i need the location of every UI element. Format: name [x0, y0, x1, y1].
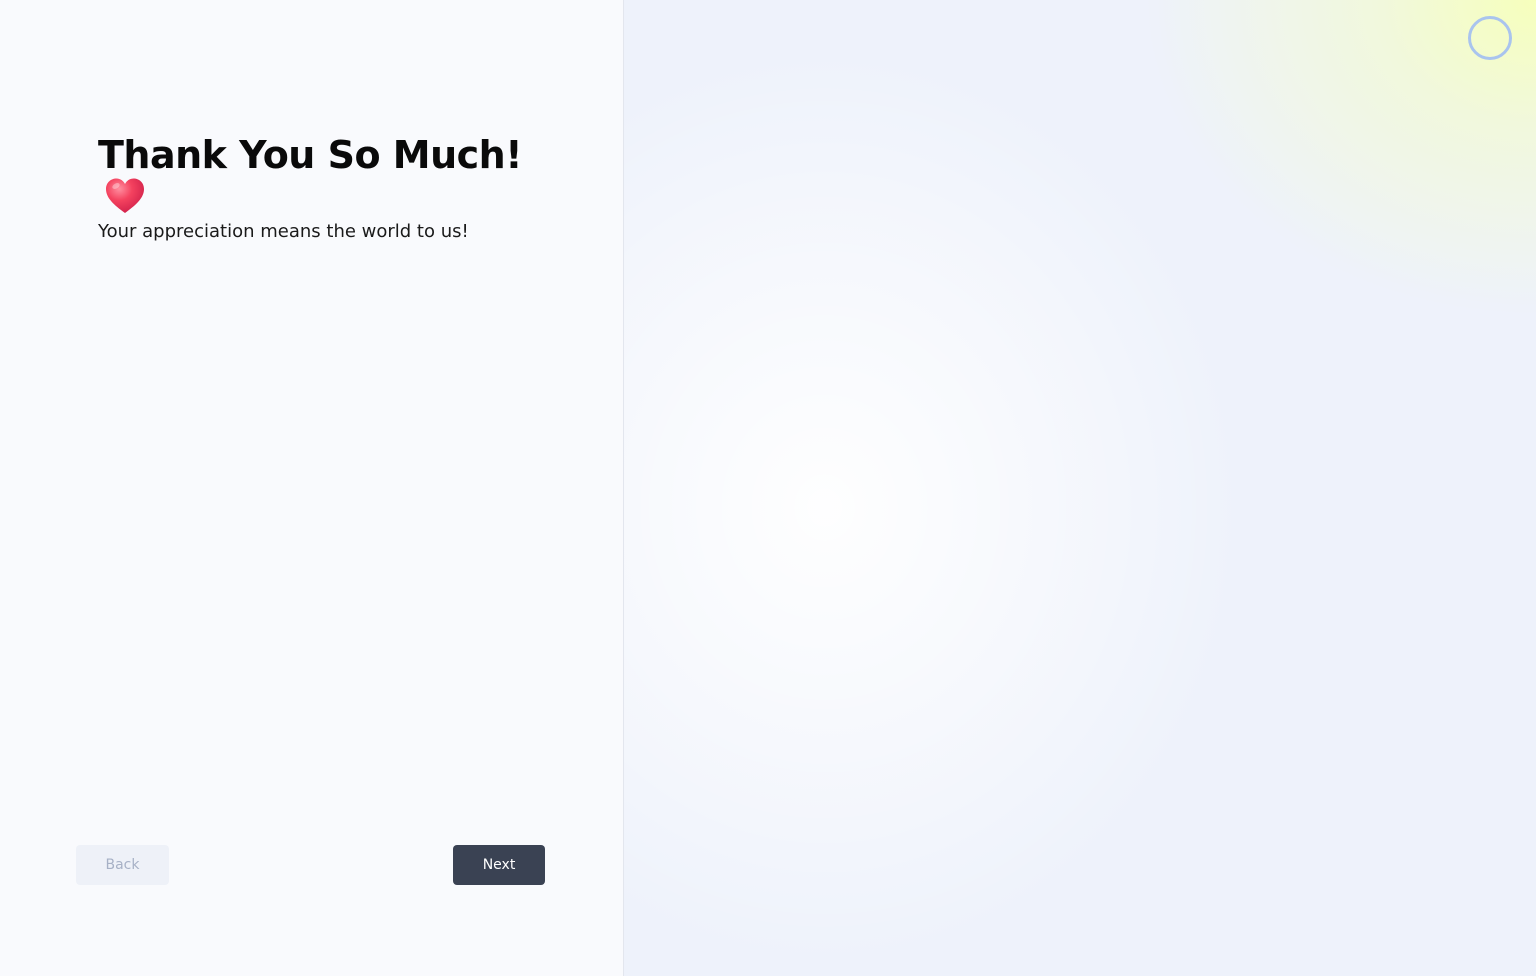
back-button[interactable]: Back: [76, 845, 169, 885]
next-button[interactable]: Next: [453, 845, 545, 885]
setup-window: Thank You So Much! Your appreciation mea…: [0, 0, 1536, 976]
content-panel: Thank You So Much! Your appreciation mea…: [0, 0, 624, 976]
decorative-background-panel: [624, 0, 1536, 976]
page-subtitle: Your appreciation means the world to us!: [98, 221, 469, 242]
page-title: Thank You So Much!: [98, 133, 523, 177]
loading-ring-icon: [1468, 16, 1512, 60]
heart-icon: [104, 176, 146, 216]
